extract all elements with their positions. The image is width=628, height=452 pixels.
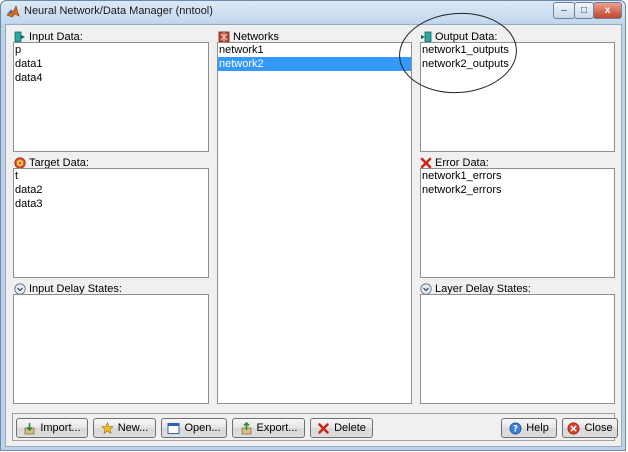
list-item[interactable]: network1_errors bbox=[421, 169, 614, 183]
open-button[interactable]: Open... bbox=[161, 418, 227, 438]
open-window-icon bbox=[167, 422, 180, 434]
export-icon bbox=[241, 421, 251, 434]
list-item[interactable]: p bbox=[14, 43, 208, 57]
layer-delay-states-list[interactable] bbox=[420, 294, 615, 404]
new-star-icon bbox=[100, 421, 114, 434]
close-window-button[interactable]: x bbox=[593, 2, 622, 19]
export-label: Export... bbox=[256, 422, 298, 434]
import-button[interactable]: Import... bbox=[16, 418, 88, 438]
new-button[interactable]: New... bbox=[93, 418, 156, 438]
list-item[interactable]: data1 bbox=[14, 57, 208, 71]
maximize-button[interactable]: □ bbox=[574, 2, 594, 19]
import-label: Import... bbox=[40, 422, 81, 434]
close-button[interactable]: Close bbox=[562, 418, 618, 438]
close-icon bbox=[567, 422, 580, 434]
new-label: New... bbox=[117, 422, 149, 434]
list-item[interactable]: data2 bbox=[14, 183, 208, 197]
list-item[interactable]: network2_outputs bbox=[421, 57, 614, 71]
list-item-selected[interactable]: network2 bbox=[218, 57, 411, 71]
input-delay-states-list[interactable] bbox=[13, 294, 209, 404]
window-title: Neural Network/Data Manager (nntool) bbox=[24, 5, 213, 17]
export-button[interactable]: Export... bbox=[232, 418, 305, 438]
input-data-list[interactable]: p data1 data4 bbox=[13, 42, 209, 152]
open-label: Open... bbox=[184, 422, 221, 434]
error-data-list[interactable]: network1_errors network2_errors bbox=[420, 168, 615, 278]
help-icon: ? bbox=[509, 422, 522, 434]
delete-label: Delete bbox=[334, 422, 366, 434]
client-area: Input Data: p data1 data4 Networks netwo… bbox=[5, 24, 622, 447]
target-data-list[interactable]: t data2 data3 bbox=[13, 168, 209, 278]
list-item[interactable]: data4 bbox=[14, 71, 208, 85]
svg-text:?: ? bbox=[513, 424, 518, 434]
title-bar[interactable]: Neural Network/Data Manager (nntool) – □… bbox=[1, 1, 625, 23]
list-item[interactable]: data3 bbox=[14, 197, 208, 211]
import-icon bbox=[24, 422, 35, 434]
close-label: Close bbox=[584, 422, 613, 434]
list-item[interactable]: network1_outputs bbox=[421, 43, 614, 57]
help-label: Help bbox=[526, 422, 549, 434]
minimize-button[interactable]: – bbox=[553, 2, 575, 19]
list-item[interactable]: network1 bbox=[218, 43, 411, 57]
nntool-window: Neural Network/Data Manager (nntool) – □… bbox=[0, 0, 626, 451]
list-item[interactable]: network2_errors bbox=[421, 183, 614, 197]
button-bar: Import... New... Open... Export... Delet… bbox=[12, 413, 618, 441]
matlab-logo-icon bbox=[6, 5, 20, 18]
help-button[interactable]: ? Help bbox=[501, 418, 557, 438]
networks-list[interactable]: network1 network2 bbox=[217, 42, 412, 404]
output-data-list[interactable]: network1_outputs network2_outputs bbox=[420, 42, 615, 152]
list-item[interactable]: t bbox=[14, 169, 208, 183]
delete-button[interactable]: Delete bbox=[310, 418, 373, 438]
delete-x-icon bbox=[318, 422, 329, 434]
